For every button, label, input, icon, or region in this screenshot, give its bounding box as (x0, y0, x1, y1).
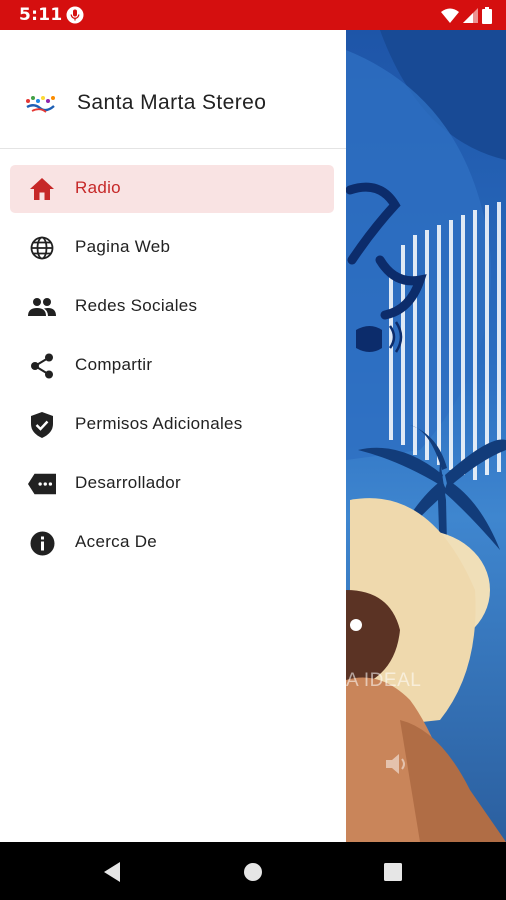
battery-icon (482, 7, 492, 24)
shield-check-icon (28, 412, 56, 438)
app-name: Santa Marta Stereo (77, 91, 267, 114)
menu-item-permisos-adicionales[interactable]: Permisos Adicionales (0, 400, 346, 459)
status-time: 5:11 (19, 5, 63, 25)
tag-label-icon (28, 471, 56, 497)
wifi-icon (441, 8, 459, 23)
menu-item-pagina-web[interactable]: Pagina Web (0, 223, 346, 282)
globe-icon (28, 235, 56, 261)
home-icon (28, 176, 56, 202)
menu-item-label: Pagina Web (75, 237, 171, 256)
menu-item-acerca-de[interactable]: Acerca De (0, 518, 346, 577)
menu-item-desarrollador[interactable]: Desarrollador (0, 459, 346, 518)
mic-icon (66, 6, 84, 24)
info-icon (28, 530, 56, 556)
signal-icon (463, 8, 478, 23)
menu-item-label: Redes Sociales (75, 296, 198, 315)
menu-item-compartir[interactable]: Compartir (0, 341, 346, 400)
status-bar: 5:11 (0, 0, 506, 30)
menu-item-radio[interactable]: Radio (0, 164, 346, 223)
system-nav-bar (0, 842, 506, 900)
drawer-menu: Radio Pagina Web Redes Sociales Comparti… (0, 164, 346, 577)
navigation-drawer: Santa Marta Stereo Radio Pagina Web Rede… (0, 30, 346, 842)
menu-item-highlight (10, 165, 334, 213)
share-icon (28, 353, 56, 379)
back-icon (104, 862, 120, 882)
menu-item-redes-sociales[interactable]: Redes Sociales (0, 282, 346, 341)
menu-item-label: Radio (75, 178, 121, 197)
home-button[interactable] (241, 860, 265, 884)
status-icons (441, 7, 492, 24)
recents-button[interactable] (381, 860, 405, 884)
people-icon (28, 294, 56, 320)
home-circle-icon (244, 863, 262, 881)
menu-item-label: Permisos Adicionales (75, 414, 243, 433)
drawer-header: Santa Marta Stereo (0, 30, 346, 149)
back-button[interactable] (100, 860, 124, 884)
recents-icon (384, 863, 402, 881)
menu-item-label: Compartir (75, 355, 153, 374)
menu-item-label: Acerca De (75, 532, 158, 551)
menu-item-label: Desarrollador (75, 473, 181, 492)
app-logo (26, 96, 55, 113)
